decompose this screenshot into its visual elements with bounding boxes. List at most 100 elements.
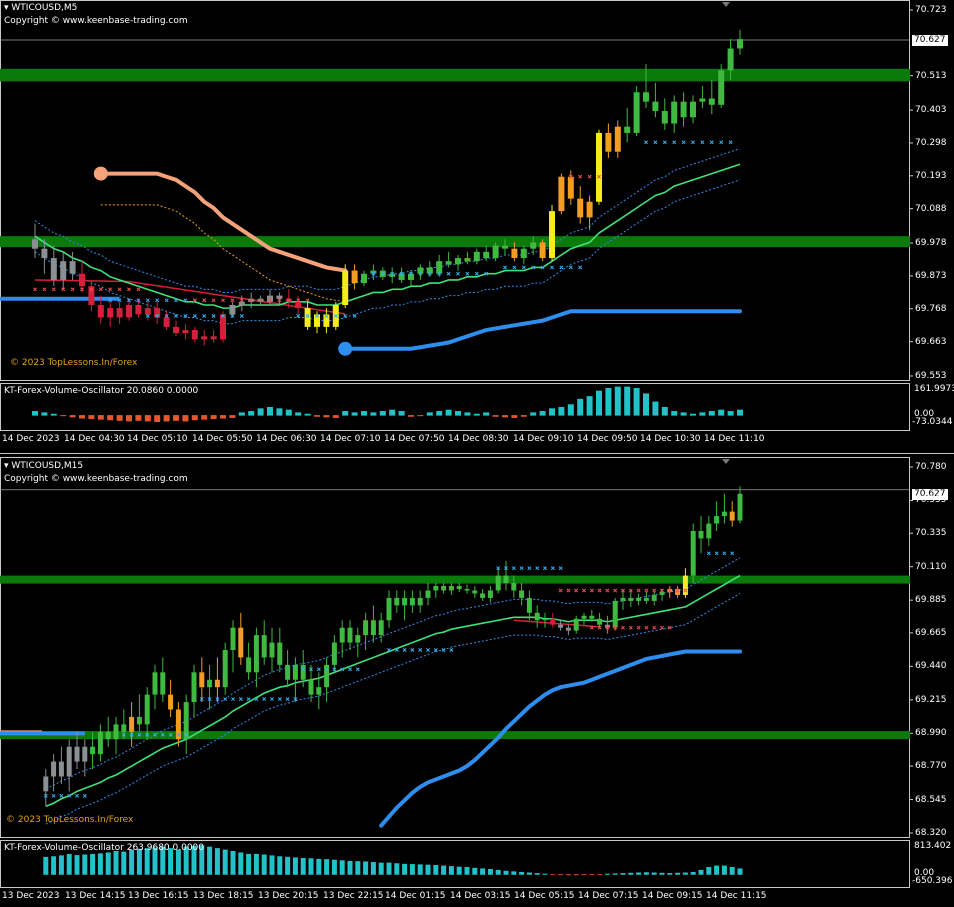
dropdown-triangle-icon[interactable]: ▾ xyxy=(4,461,9,471)
y-tick-label: 69.978 xyxy=(915,238,947,249)
trail-cross-marker xyxy=(192,313,197,318)
candle-body xyxy=(276,295,283,299)
trail-cross-marker xyxy=(164,298,169,303)
trail-cross-marker xyxy=(355,667,360,672)
ema-fast-line xyxy=(45,574,741,807)
x-tick-label: 14 Dec 11:10 xyxy=(704,434,765,444)
candle-body xyxy=(520,248,527,259)
candle-body xyxy=(519,590,525,598)
volume-oscillator-bar xyxy=(210,415,217,420)
candle-body xyxy=(473,251,480,262)
candle-body xyxy=(355,635,361,643)
volume-oscillator-bar xyxy=(285,409,292,416)
x-tick-label: 13 Dec 22:15 xyxy=(323,891,384,901)
candle-body xyxy=(511,583,517,591)
y-tick-label: 69.768 xyxy=(915,303,947,314)
volume-oscillator-bar xyxy=(567,404,574,416)
candle-body xyxy=(214,679,220,688)
candle-body xyxy=(253,635,259,673)
trail-cross-marker xyxy=(621,625,625,630)
orange-moving-average xyxy=(98,171,348,273)
sr-zone xyxy=(0,731,910,740)
volume-oscillator-bar xyxy=(113,851,119,875)
volume-oscillator-bar xyxy=(441,865,447,875)
candle-body xyxy=(534,612,540,621)
candle-body xyxy=(605,132,612,152)
volume-oscillator-bar xyxy=(351,412,358,416)
x-tick-label: 13 Dec 16:15 xyxy=(128,891,189,901)
candle-body xyxy=(363,620,369,636)
candle-body xyxy=(714,516,720,524)
volume-oscillator-bar xyxy=(534,873,540,875)
candle-body xyxy=(573,618,579,631)
trail-cross-marker xyxy=(446,271,451,276)
chart-canvas[interactable] xyxy=(0,0,954,907)
candle-body xyxy=(492,245,499,259)
volume-oscillator-bar xyxy=(246,853,252,875)
candle-body xyxy=(144,694,150,725)
trail-cross-marker xyxy=(644,625,649,630)
x-tick-label: 14 Dec 09:50 xyxy=(577,434,638,444)
volume-oscillator-bar xyxy=(417,864,423,875)
candle-body xyxy=(425,590,431,598)
candle-body xyxy=(558,624,564,628)
candle-body xyxy=(426,267,433,274)
candle-body xyxy=(690,101,696,118)
candle-body xyxy=(671,101,678,124)
x-tick-label: 14 Dec 05:50 xyxy=(192,434,253,444)
volume-oscillator-bar xyxy=(201,415,208,420)
current-price-badge-m5: 70.627 xyxy=(912,35,948,46)
volume-oscillator-bar xyxy=(628,872,634,875)
trail-cross-marker xyxy=(277,697,282,702)
dropdown-triangle-icon[interactable]: ▾ xyxy=(4,3,9,13)
volume-oscillator-bar xyxy=(487,869,493,875)
volume-oscillator-bar xyxy=(464,412,471,416)
candle-body xyxy=(565,627,571,631)
candle-body xyxy=(222,650,228,688)
candle-body xyxy=(277,642,283,665)
volume-oscillator-bar xyxy=(257,408,264,416)
x-tick-label: 13 Dec 14:15 xyxy=(65,891,126,901)
candle-body xyxy=(351,270,358,284)
volume-oscillator-bar xyxy=(116,415,123,421)
symbol-label-m15[interactable]: ▾ WTICOUSD,M15 xyxy=(4,461,83,472)
volume-oscillator-bar xyxy=(526,872,532,875)
volume-oscillator-bar xyxy=(495,869,501,875)
symbol-label-m5[interactable]: ▾ WTICOUSD,M5 xyxy=(4,3,77,14)
trail-cross-marker xyxy=(636,625,641,630)
volume-oscillator-bar xyxy=(659,872,665,875)
candle-body xyxy=(721,511,727,517)
volume-oscillator-bar xyxy=(448,866,454,875)
volume-oscillator-bar xyxy=(332,415,339,418)
candle-body xyxy=(79,273,85,287)
candle-body xyxy=(300,664,306,680)
trail-cross-marker xyxy=(719,140,724,145)
x-tick-label: 14 Dec 03:15 xyxy=(450,891,511,901)
candle-body xyxy=(456,586,462,589)
candle-body xyxy=(201,336,208,340)
oscillator-tick-label: -73.0344 xyxy=(912,417,953,428)
volume-oscillator-bar xyxy=(314,415,320,417)
volume-oscillator-bar xyxy=(605,388,612,416)
trail-cross-marker xyxy=(503,265,507,270)
volume-oscillator-bar xyxy=(370,862,376,875)
candle-body xyxy=(238,301,245,305)
trail-cross-marker xyxy=(550,566,555,571)
candle-body xyxy=(126,304,132,318)
trail-cross-marker xyxy=(613,588,618,593)
volume-oscillator-bar xyxy=(361,411,367,416)
volume-oscillator-bar xyxy=(316,858,322,875)
x-tick-label: 13 Dec 2023 xyxy=(2,891,60,901)
candle-body xyxy=(160,672,166,695)
candle-body xyxy=(436,261,443,274)
volume-oscillator-bar xyxy=(229,415,236,418)
candle-body xyxy=(97,731,103,755)
volume-oscillator-bar xyxy=(539,411,546,416)
candle-body xyxy=(269,642,275,658)
sr-zone xyxy=(0,236,910,248)
trail-cross-marker xyxy=(582,588,586,593)
trail-cross-marker xyxy=(636,588,641,593)
volume-oscillator-bar xyxy=(464,866,470,875)
candle-body xyxy=(69,261,76,274)
trail-cross-marker xyxy=(519,566,524,571)
